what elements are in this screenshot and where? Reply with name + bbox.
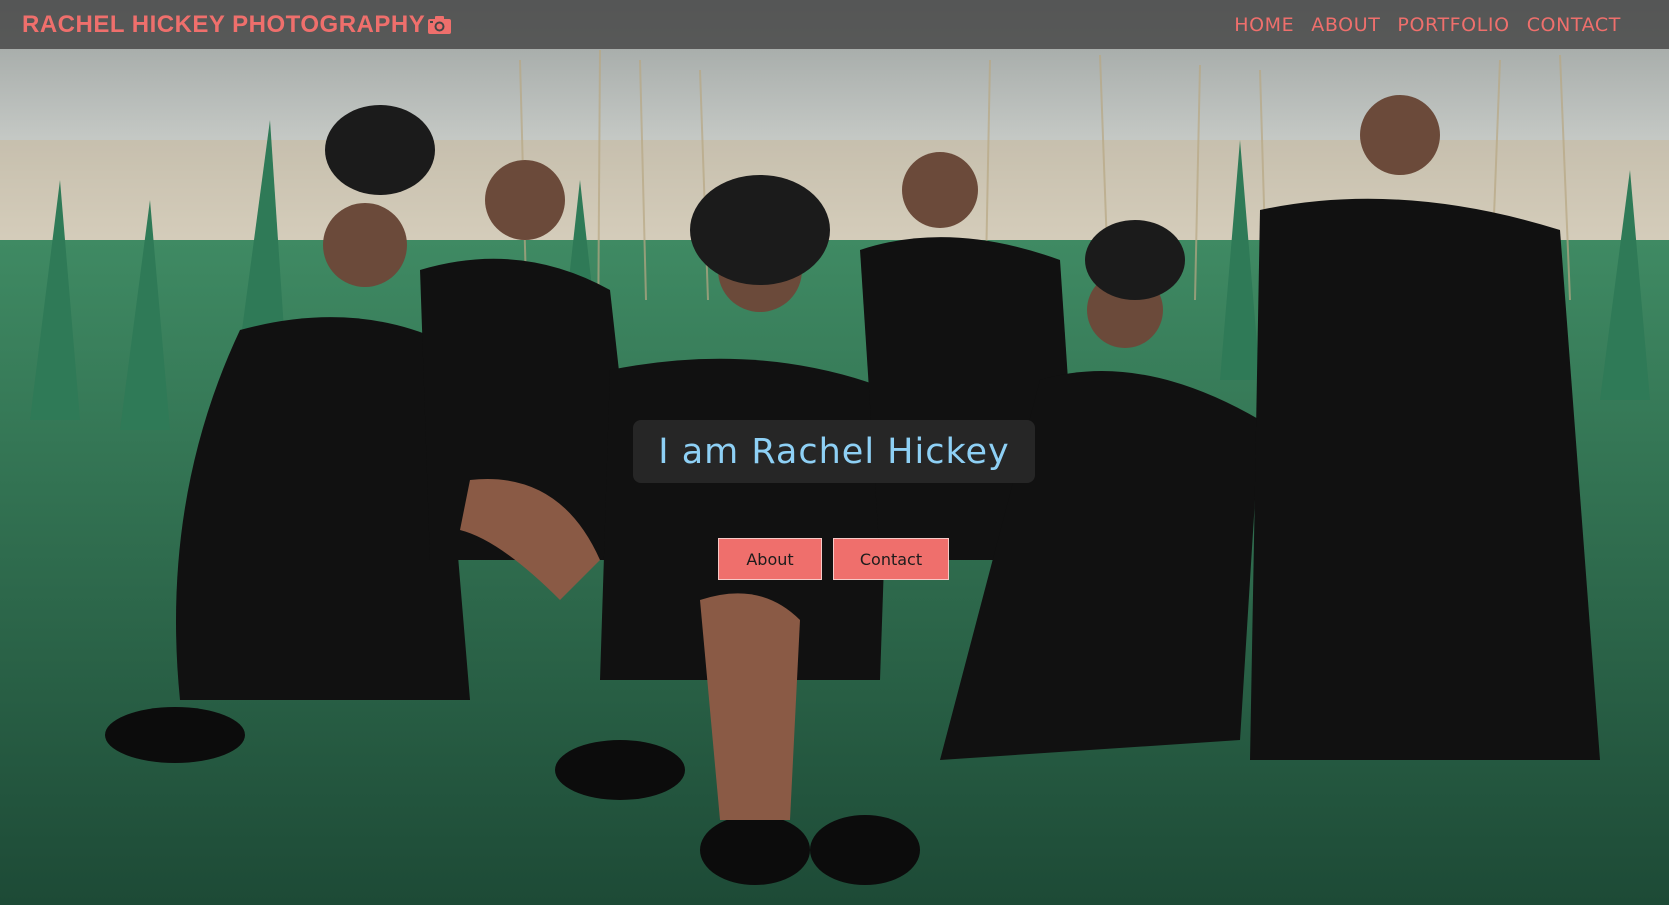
brand-logo-link[interactable]: RACHEL HICKEY PHOTOGRAPHY	[22, 11, 452, 39]
hero-title: I am Rachel Hickey	[633, 420, 1035, 483]
nav-home-link[interactable]: HOME	[1234, 14, 1294, 36]
top-navigation-bar: RACHEL HICKEY PHOTOGRAPHY HOME ABOUT POR…	[0, 0, 1669, 49]
about-button[interactable]: About	[718, 538, 822, 580]
contact-button[interactable]: Contact	[833, 538, 949, 580]
brand-name: RACHEL HICKEY PHOTOGRAPHY	[22, 10, 426, 38]
nav-about-link[interactable]: ABOUT	[1311, 14, 1380, 36]
nav-contact-link[interactable]: CONTACT	[1527, 14, 1621, 36]
camera-icon	[428, 15, 452, 34]
main-nav: HOME ABOUT PORTFOLIO CONTACT	[1234, 14, 1647, 36]
nav-portfolio-link[interactable]: PORTFOLIO	[1397, 14, 1509, 36]
